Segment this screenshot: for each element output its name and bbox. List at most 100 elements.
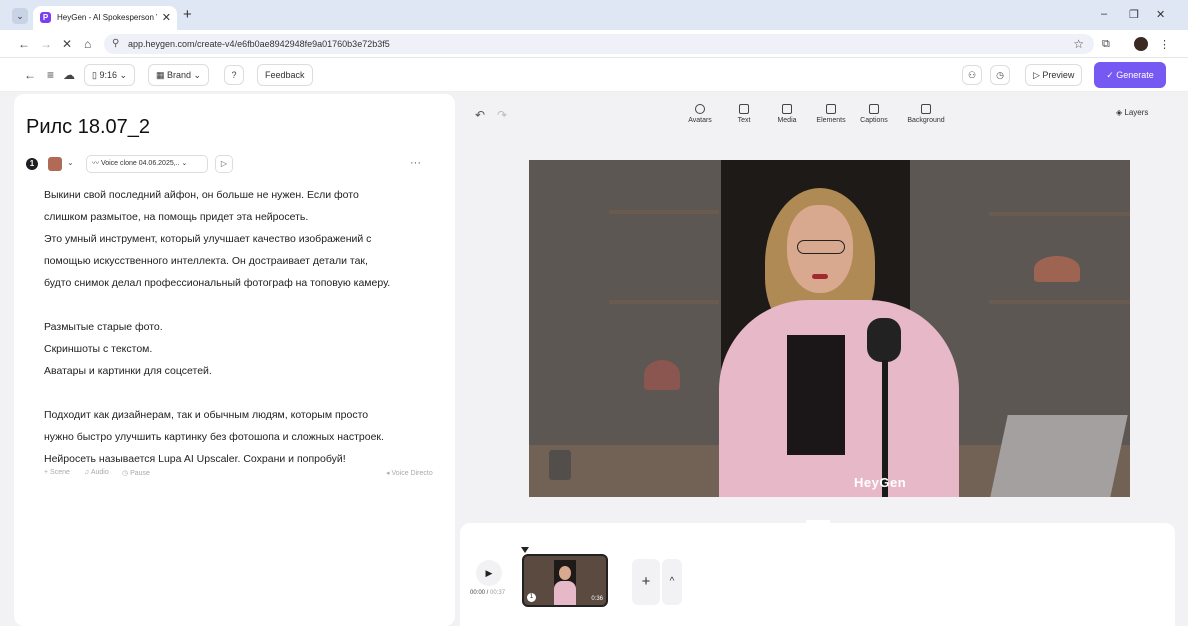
scene-more-icon[interactable]: ··· <box>410 157 421 169</box>
timeline-time: 00:00 / 00:37 <box>470 590 506 596</box>
browser-menu-icon[interactable]: ⋮ <box>1159 38 1170 51</box>
tool-avatars[interactable]: Avatars <box>677 104 723 124</box>
feedback-button[interactable]: Feedback <box>257 64 313 86</box>
voice-director-label: Voice Directo <box>391 470 433 477</box>
forward-icon[interactable]: → <box>40 37 52 51</box>
layers-button[interactable]: ◈ Layers <box>1116 108 1148 117</box>
media-icon <box>782 104 792 114</box>
script-text-editor[interactable]: Выкини свой последний айфон, он больше н… <box>44 184 444 470</box>
tab-title: HeyGen - AI Spokesperson Vide <box>57 13 157 22</box>
tool-text[interactable]: Text <box>721 104 767 124</box>
expand-chevron-up-icon[interactable]: ^ <box>662 559 682 605</box>
redo-icon[interactable]: ↷ <box>497 108 507 122</box>
script-line: Выкини свой последний айфон, он больше н… <box>44 189 359 201</box>
tool-captions[interactable]: Captions <box>851 104 897 124</box>
url-input[interactable]: ⚲ app.heygen.com/create-v4/e6fb0ae894294… <box>104 34 1094 54</box>
timeline-play-button[interactable]: ▶ <box>476 560 502 586</box>
preview-label: Preview <box>1042 70 1075 80</box>
script-line: слишком размытое, на помощь придет эта н… <box>44 211 309 223</box>
heygen-watermark: HeyGen <box>854 475 907 490</box>
clip-thumbnail-face <box>559 566 571 580</box>
collaborators-icon[interactable]: ⚇ <box>962 65 982 85</box>
site-settings-icon[interactable]: ⚲ <box>112 38 119 49</box>
preview-button[interactable]: ▷ Preview <box>1025 64 1083 86</box>
stop-loading-icon[interactable]: ✕ <box>62 37 72 51</box>
playhead-marker[interactable] <box>521 547 529 553</box>
avatars-icon <box>695 104 705 114</box>
voice-selector[interactable]: 〰 Voice clone 04.06.2025,.. ⌄ <box>86 155 208 173</box>
script-line: Скриншоты с текстом. <box>44 343 153 355</box>
tool-elements-label: Elements <box>816 117 846 124</box>
tool-elements[interactable]: Elements <box>808 104 854 124</box>
undo-icon[interactable]: ↶ <box>475 108 485 122</box>
avatar-glasses <box>797 240 845 254</box>
script-line: Аватары и картинки для соцсетей. <box>44 365 212 377</box>
script-blank-line <box>44 294 444 316</box>
avatar-chevron-down-icon[interactable]: ⌄ <box>67 158 74 167</box>
audio-label: Audio <box>90 469 109 476</box>
browser-tab[interactable]: P HeyGen - AI Spokesperson Vide ✕ <box>33 6 177 30</box>
home-icon[interactable]: ⌂ <box>84 37 91 51</box>
avatar-lips <box>812 274 828 279</box>
voice-label: Voice clone 04.06.2025,.. <box>100 160 180 167</box>
background-icon <box>921 104 931 114</box>
restore-icon[interactable]: ❐ <box>1129 8 1139 21</box>
pause-label: Pause <box>130 470 150 477</box>
browser-address-bar: ← → ✕ ⌂ ⚲ app.heygen.com/create-v4/e6fb0… <box>0 30 1188 58</box>
clip-duration: 0:36 <box>591 596 603 602</box>
scene-number-badge: 1 <box>26 158 38 170</box>
tab-search-icon[interactable]: ⌄ <box>12 8 28 24</box>
voice-director-action[interactable]: ◂ Voice Directo <box>386 469 433 477</box>
minimize-icon[interactable]: – <box>1101 8 1107 20</box>
time-total: 00:37 <box>490 590 506 596</box>
time-current: 00:00 <box>470 590 486 596</box>
cloud-saved-icon: ☁ <box>63 68 75 82</box>
project-title[interactable]: Рилс 18.07_2 <box>26 116 150 139</box>
play-scene-icon[interactable]: ▷ <box>215 155 233 173</box>
close-window-icon[interactable]: ✕ <box>1156 8 1165 21</box>
tool-media[interactable]: Media <box>764 104 810 124</box>
clip-index-badge: 1 <box>527 593 536 602</box>
help-button[interactable]: ? <box>224 65 244 85</box>
brand-label: Brand <box>167 70 192 80</box>
layers-label: Layers <box>1124 108 1149 117</box>
generate-label: Generate <box>1116 70 1154 80</box>
brand-dropdown[interactable]: ▦ Brand ⌄ <box>148 64 210 86</box>
back-arrow-icon[interactable]: ← <box>24 68 36 82</box>
menu-icon[interactable]: ≡ <box>47 68 54 82</box>
avatar-top <box>787 335 845 455</box>
scene-clip[interactable]: 1 0:36 <box>522 554 608 607</box>
add-scene-button[interactable]: + <box>632 559 660 605</box>
script-blank-line <box>44 382 444 404</box>
url-text: app.heygen.com/create-v4/e6fb0ae8942948f… <box>128 39 390 49</box>
captions-icon <box>869 104 879 114</box>
generate-button[interactable]: ✓ Generate <box>1094 62 1166 88</box>
workspace: Рилс 18.07_2 1 ⌄ 〰 Voice clone 04.06.202… <box>0 92 1188 626</box>
microphone <box>867 318 901 362</box>
history-icon[interactable]: ◷ <box>990 65 1010 85</box>
text-icon <box>739 104 749 114</box>
avatar-thumbnail[interactable] <box>48 157 62 171</box>
extensions-icon[interactable]: ⧉ <box>1102 38 1110 51</box>
clip-thumbnail-body <box>554 581 576 605</box>
canvas-toolbar: ↶ ↷ Avatars Text Media Elements Captions… <box>460 92 1175 132</box>
add-scene-action[interactable]: + Scene <box>44 469 70 476</box>
new-tab-button[interactable]: + <box>183 6 192 23</box>
tool-text-label: Text <box>737 117 751 124</box>
audio-action[interactable]: ♫ Audio <box>84 469 109 476</box>
tab-close-icon[interactable]: ✕ <box>162 11 171 24</box>
profile-avatar[interactable] <box>1134 37 1148 51</box>
crop-overlay-left <box>529 160 721 497</box>
aspect-ratio-label: 9:16 <box>99 70 117 80</box>
browser-tab-bar: ⌄ P HeyGen - AI Spokesperson Vide ✕ + – … <box>0 0 1188 30</box>
script-line: Нейросеть называется Lupa AI Upscaler. С… <box>44 453 346 465</box>
timeline: ▶ 00:00 / 00:37 1 0:36 + ^ <box>460 523 1175 626</box>
bookmark-star-icon[interactable]: ☆ <box>1073 37 1084 51</box>
tool-background[interactable]: Background <box>903 104 949 124</box>
pause-action[interactable]: ◷ Pause <box>122 469 150 477</box>
back-icon[interactable]: ← <box>18 37 30 51</box>
help-icon: ? <box>231 70 237 80</box>
aspect-ratio-dropdown[interactable]: ▯ 9:16 ⌄ <box>84 64 136 86</box>
tool-avatars-label: Avatars <box>688 117 712 124</box>
video-canvas[interactable]: HeyGen <box>529 160 1130 497</box>
